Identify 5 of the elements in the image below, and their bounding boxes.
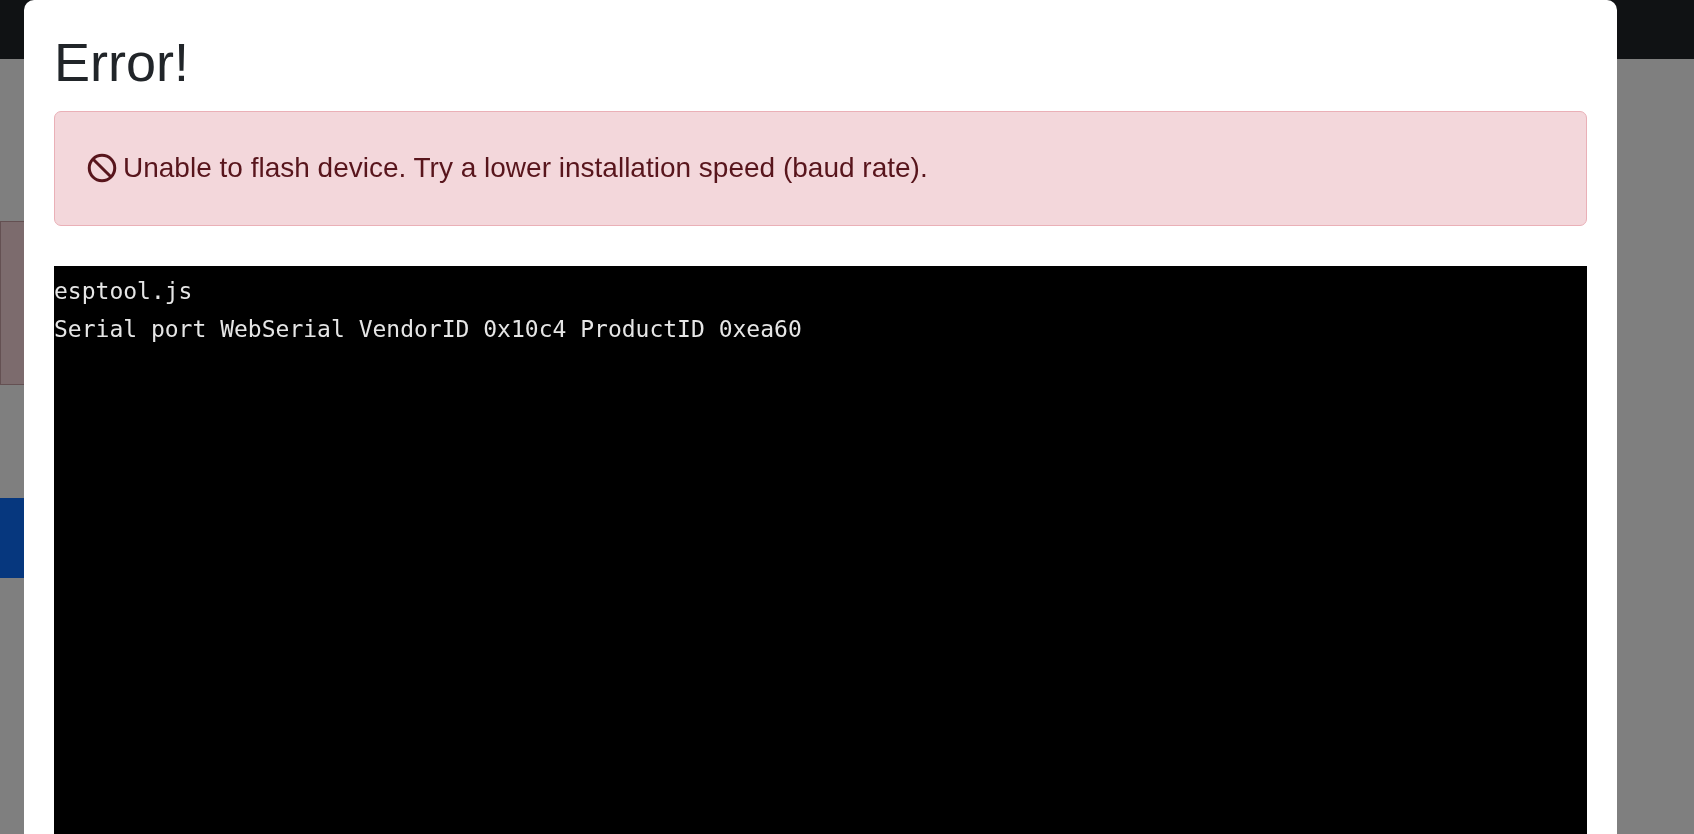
console-line: Serial port WebSerial VendorID 0x10c4 ProductID 0xea60 xyxy=(54,314,803,344)
console-line: esptool.js xyxy=(54,276,194,306)
dialog-title: Error! xyxy=(54,31,190,94)
alert-message: Unable to flash device. Try a lower installation speed (baud rate). xyxy=(123,152,928,185)
prohibited-icon xyxy=(87,153,117,184)
